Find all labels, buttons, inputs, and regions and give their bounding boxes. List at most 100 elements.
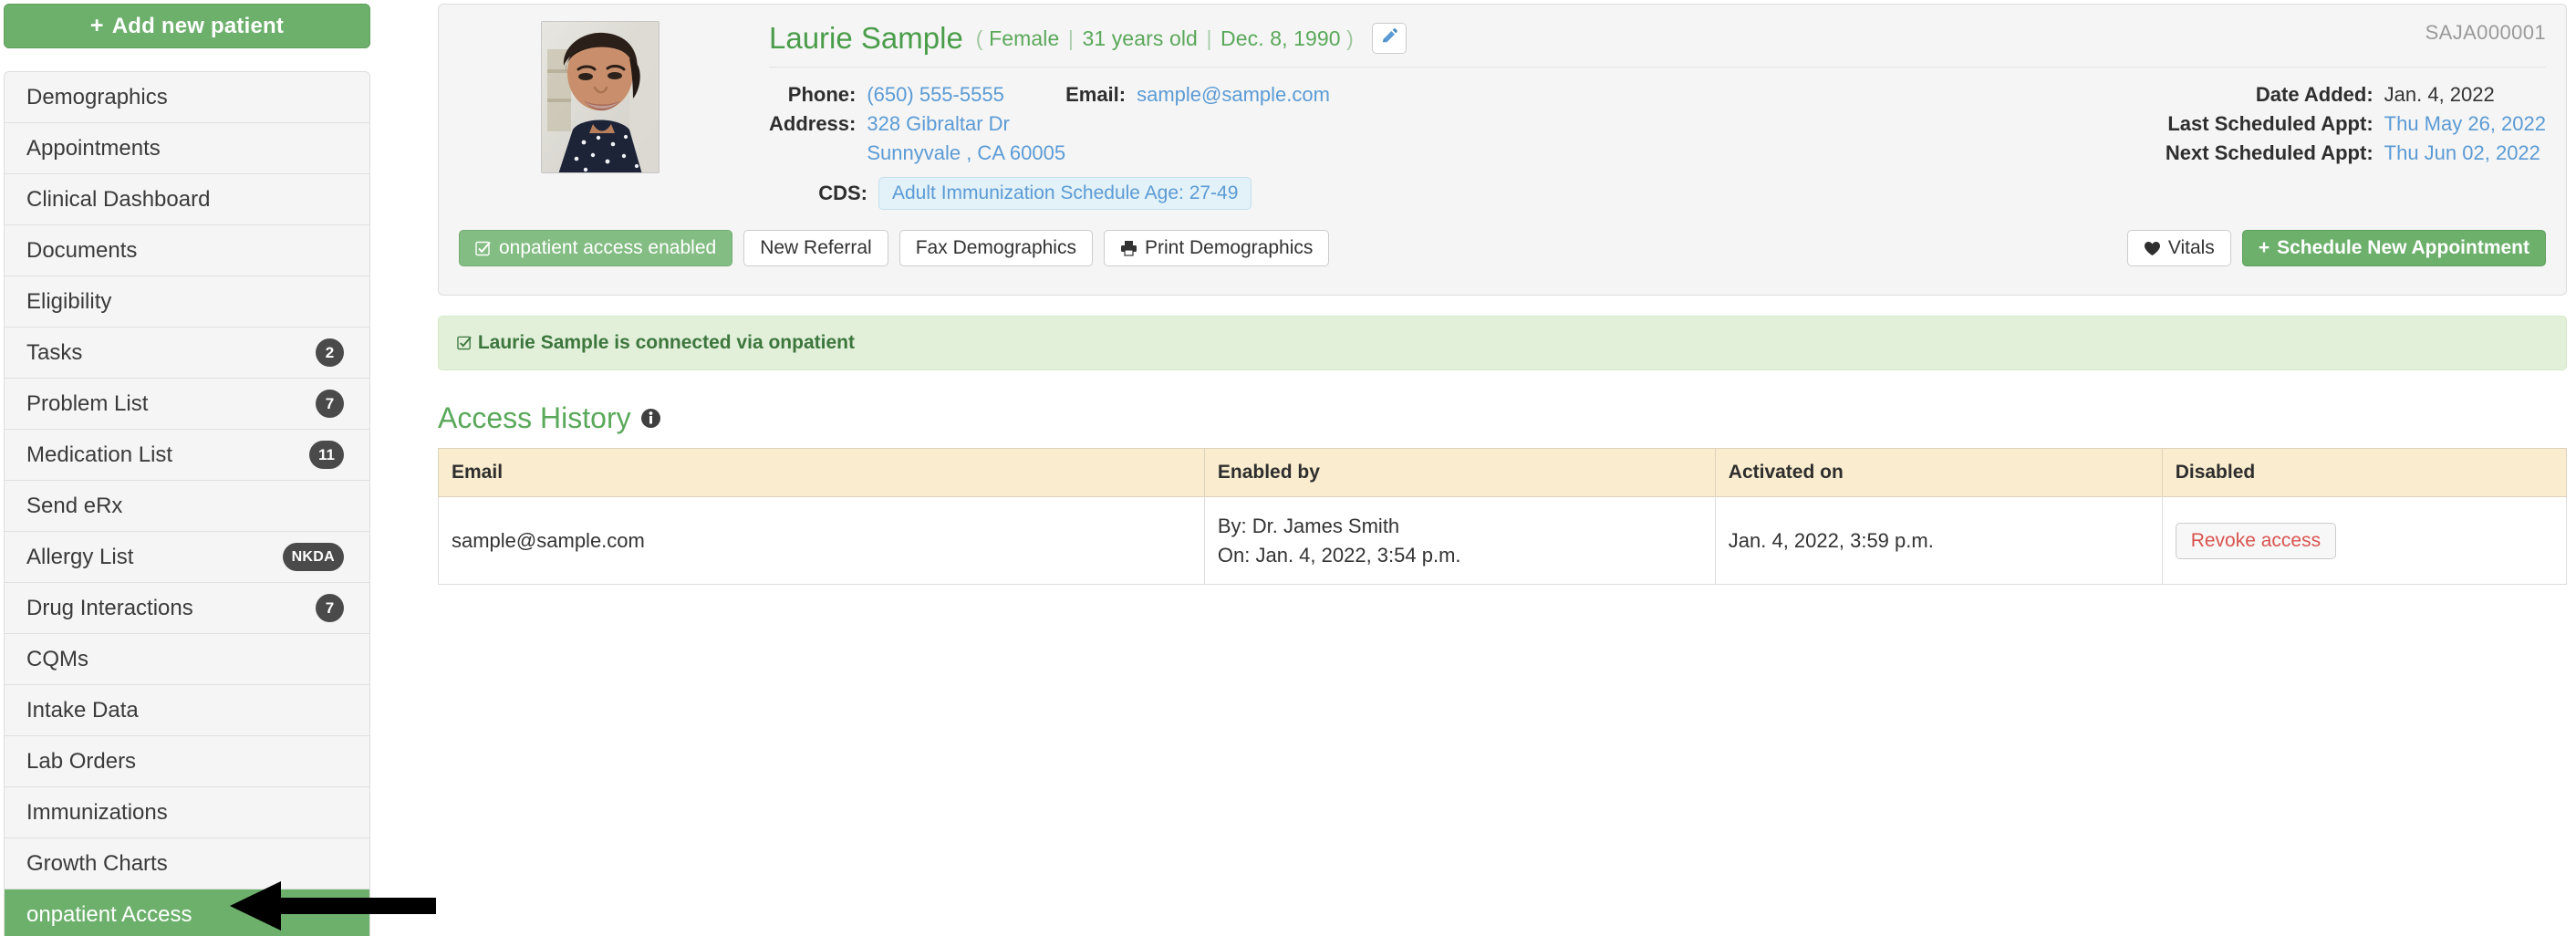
new-referral-button[interactable]: New Referral xyxy=(743,230,888,266)
patient-photo-wrapper xyxy=(541,21,660,173)
enabled-on-line: On: Jan. 4, 2022, 3:54 p.m. xyxy=(1218,541,1702,569)
onpatient-access-enabled-label: onpatient access enabled xyxy=(499,237,717,258)
paren-close: ) xyxy=(1346,26,1354,50)
sidebar-item-label: Intake Data xyxy=(26,697,139,723)
address-line1-link[interactable]: 328 Gibraltar Dr xyxy=(867,112,1010,135)
access-history-thead: Email Enabled by Activated on Disabled xyxy=(438,448,2568,497)
address-value: 328 Gibraltar Dr xyxy=(867,109,1065,139)
check-square-icon xyxy=(457,332,478,353)
date-added-value: Jan. 4, 2022 xyxy=(2384,83,2495,106)
sidebar-item-label: Demographics xyxy=(26,84,168,109)
sidebar-item-label: Problem List xyxy=(26,390,149,416)
sidebar-item-medication-list[interactable]: Medication List 11 xyxy=(5,430,369,481)
sidebar-item-label: Growth Charts xyxy=(26,850,168,876)
address-row-2: Sunnyvale , CA 60005 xyxy=(769,139,1065,168)
sidebar-item-problem-list[interactable]: Problem List 7 xyxy=(5,379,369,430)
cds-badge[interactable]: Adult Immunization Schedule Age: 27-49 xyxy=(878,177,1252,210)
last-appt-value: Thu May 26, 2022 xyxy=(2384,109,2546,139)
next-appt-link[interactable]: Thu Jun 02, 2022 xyxy=(2384,141,2540,164)
add-new-patient-label: Add new patient xyxy=(111,13,285,38)
fax-demographics-label: Fax Demographics xyxy=(915,237,1076,258)
patient-name[interactable]: Laurie Sample xyxy=(769,21,963,56)
sidebar-item-demographics[interactable]: Demographics xyxy=(5,72,369,123)
sidebar-item-label: Documents xyxy=(26,237,138,263)
sidebar-item-cqms[interactable]: CQMs xyxy=(5,634,369,685)
onpatient-connected-text: Laurie Sample is connected via onpatient xyxy=(477,332,855,353)
phone-row: Phone: (650) 555-5555 xyxy=(769,80,1065,109)
patient-email-block: Email: sample@sample.com xyxy=(1065,80,1330,109)
email-value: sample@sample.com xyxy=(1137,80,1330,109)
sidebar-item-eligibility[interactable]: Eligibility xyxy=(5,276,369,328)
last-appt-label: Last Scheduled Appt: xyxy=(2167,112,2373,135)
print-demographics-button[interactable]: Print Demographics xyxy=(1103,230,1330,266)
column-header-disabled: Disabled xyxy=(2161,448,2568,497)
paren-open: ( xyxy=(975,26,983,50)
plus-icon: + xyxy=(2258,237,2270,258)
patient-action-bar: onpatient access enabled New Referral Fa… xyxy=(459,230,2546,266)
sidebar-item-label: Eligibility xyxy=(26,288,112,314)
email-row: Email: sample@sample.com xyxy=(1065,80,1330,109)
sidebar-item-clinical-dashboard[interactable]: Clinical Dashboard xyxy=(5,174,369,225)
sidebar-item-lab-orders[interactable]: Lab Orders xyxy=(5,736,369,787)
sidebar-item-label: Tasks xyxy=(26,339,83,365)
email-link[interactable]: sample@sample.com xyxy=(1137,83,1330,106)
access-history-title-row: Access History xyxy=(438,401,2567,435)
patient-demographics-summary: ( Female | 31 years old | Dec. 8, 1990 ) xyxy=(976,26,1354,51)
sidebar-item-appointments[interactable]: Appointments xyxy=(5,123,369,174)
app-root: + Add new patient Demographics Appointme… xyxy=(0,0,2576,936)
fax-demographics-button[interactable]: Fax Demographics xyxy=(898,230,1093,266)
sidebar-item-label: Allergy List xyxy=(26,544,134,569)
sidebar-item-tasks[interactable]: Tasks 2 xyxy=(5,328,369,379)
sidebar-item-intake-data[interactable]: Intake Data xyxy=(5,685,369,736)
patient-photo xyxy=(541,21,660,173)
access-history-tbody: sample@sample.com By: Dr. James Smith On… xyxy=(438,496,2568,585)
cell-email: sample@sample.com xyxy=(438,496,1205,585)
sidebar-item-documents[interactable]: Documents xyxy=(5,225,369,276)
onpatient-connected-alert: Laurie Sample is connected via onpatient xyxy=(438,316,2567,370)
sidebar-item-send-erx[interactable]: Send eRx xyxy=(5,481,369,532)
address-row: Address: 328 Gibraltar Dr xyxy=(769,109,1065,139)
enabled-by-name: Dr. James Smith xyxy=(1252,515,1400,538)
sidebar-nav-list: Demographics Appointments Clinical Dashb… xyxy=(4,71,370,936)
main-content: SAJA000001 Laurie Sample (Female | 31 y… xyxy=(374,0,2576,936)
sidebar-item-drug-interactions[interactable]: Drug Interactions 7 xyxy=(5,583,369,634)
revoke-access-button[interactable]: Revoke access xyxy=(2175,522,2337,559)
sidebar-item-allergy-list[interactable]: Allergy List NKDA xyxy=(5,532,369,583)
cell-activated-on: Jan. 4, 2022, 3:59 p.m. xyxy=(1714,496,2163,585)
print-demographics-label: Print Demographics xyxy=(1144,237,1314,258)
sidebar-item-label: Send eRx xyxy=(26,493,123,518)
onpatient-access-enabled-button[interactable]: onpatient access enabled xyxy=(459,230,733,266)
next-appt-label: Next Scheduled Appt: xyxy=(2165,141,2373,164)
patient-dob: Dec. 8, 1990 xyxy=(1220,26,1341,50)
sidebar-item-label: Drug Interactions xyxy=(26,595,193,620)
column-header-activated-on: Activated on xyxy=(1714,448,2163,497)
phone-link[interactable]: (650) 555-5555 xyxy=(867,83,1003,106)
phone-value: (650) 555-5555 xyxy=(867,80,1065,109)
last-appt-row: Last Scheduled Appt: Thu May 26, 2022 xyxy=(2166,109,2546,139)
plus-icon: + xyxy=(89,13,104,38)
add-new-patient-button[interactable]: + Add new patient xyxy=(4,4,370,48)
date-added-label: Date Added: xyxy=(2255,83,2373,106)
check-square-icon xyxy=(475,240,492,256)
sidebar-item-onpatient-access[interactable]: onpatient Access xyxy=(5,889,369,936)
header-divider xyxy=(769,67,2546,68)
meta-separator: | xyxy=(1067,26,1074,50)
cell-disabled: Revoke access xyxy=(2161,496,2568,585)
info-icon[interactable] xyxy=(640,408,661,429)
address-label: Address: xyxy=(769,112,857,135)
sidebar-item-growth-charts[interactable]: Growth Charts xyxy=(5,838,369,889)
sidebar-item-label: CQMs xyxy=(26,646,88,671)
address-line2-link[interactable]: Sunnyvale , CA 60005 xyxy=(867,141,1065,164)
sidebar-item-label: Clinical Dashboard xyxy=(26,186,211,212)
sidebar-badge-allergy-list: NKDA xyxy=(282,543,344,571)
sidebar-item-immunizations[interactable]: Immunizations xyxy=(5,787,369,838)
address-value-2: Sunnyvale , CA 60005 xyxy=(867,139,1065,168)
printer-icon xyxy=(1120,240,1137,256)
meta-separator: | xyxy=(1206,26,1212,50)
edit-patient-button[interactable] xyxy=(1371,23,1407,54)
vitals-button[interactable]: Vitals xyxy=(2126,230,2231,266)
patient-age: 31 years old xyxy=(1082,26,1198,50)
column-header-enabled-by: Enabled by xyxy=(1203,448,1716,497)
schedule-new-appointment-button[interactable]: + Schedule New Appointment xyxy=(2241,230,2546,266)
last-appt-link[interactable]: Thu May 26, 2022 xyxy=(2384,112,2546,135)
